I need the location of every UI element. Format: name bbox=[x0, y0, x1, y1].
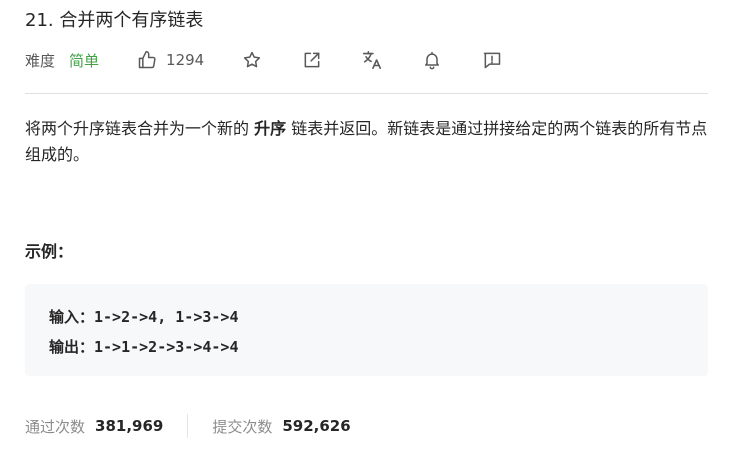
like-button[interactable]: 1294 bbox=[137, 50, 204, 70]
accepted-stat: 通过次数 381,969 bbox=[25, 416, 163, 437]
example-heading: 示例： bbox=[25, 242, 74, 261]
submission-stats: 通过次数 381,969 提交次数 592,626 bbox=[25, 412, 351, 440]
example-input: 输入：1->2->4, 1->3->4 bbox=[49, 308, 239, 326]
problem-title: 21. 合并两个有序链表 bbox=[25, 10, 204, 31]
thumbs-up-icon bbox=[137, 50, 157, 70]
difficulty-badge: 简单 bbox=[69, 51, 100, 70]
stats-divider bbox=[187, 414, 189, 438]
submissions-stat: 提交次数 592,626 bbox=[212, 416, 350, 437]
example-output: 输出：1->1->2->3->4->4 bbox=[49, 338, 239, 356]
share-icon bbox=[302, 50, 322, 70]
accepted-value: 381,969 bbox=[95, 417, 164, 435]
description-text: 将两个升序链表合并为一个新的 bbox=[25, 119, 255, 138]
translate-button[interactable] bbox=[360, 48, 384, 72]
translate-icon bbox=[361, 49, 383, 71]
submissions-label: 提交次数 bbox=[212, 417, 273, 436]
subscribe-button[interactable] bbox=[420, 48, 444, 72]
submissions-value: 592,626 bbox=[282, 417, 351, 435]
star-icon bbox=[242, 50, 262, 70]
example-code-block: 输入：1->2->4, 1->3->4 输出：1->1->2->3->4->4 bbox=[25, 284, 708, 376]
description-emphasis: 升序 bbox=[254, 119, 287, 138]
difficulty-label: 难度 bbox=[25, 51, 56, 70]
header-divider bbox=[25, 93, 708, 94]
feedback-button[interactable] bbox=[480, 48, 504, 72]
problem-meta-bar: 难度 简单 1294 bbox=[25, 46, 708, 74]
like-count: 1294 bbox=[166, 51, 205, 69]
accepted-label: 通过次数 bbox=[25, 417, 86, 436]
feedback-icon bbox=[482, 50, 502, 70]
favorite-button[interactable] bbox=[240, 48, 264, 72]
share-button[interactable] bbox=[300, 48, 324, 72]
bell-icon bbox=[422, 50, 442, 70]
problem-page: 21. 合并两个有序链表 难度 简单 1294 将两个升序链表合并为一个新的 升… bbox=[25, 0, 708, 457]
problem-description: 将两个升序链表合并为一个新的 升序 链表并返回。新链表是通过拼接给定的两个链表的… bbox=[25, 116, 708, 168]
